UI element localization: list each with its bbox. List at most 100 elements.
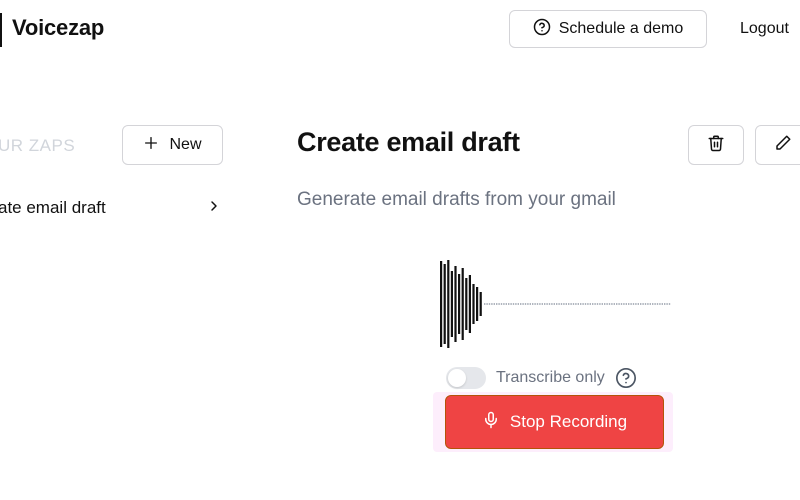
waveform-dot [484, 303, 486, 305]
waveform-dot [539, 303, 541, 305]
app-page: Voicezap Schedule a demo Logout UR ZAPS … [0, 0, 800, 500]
waveform-dot [556, 303, 558, 305]
trash-icon [707, 134, 725, 157]
waveform-dot [584, 303, 587, 305]
waveform-dot [604, 303, 606, 305]
waveform-dot [532, 303, 534, 305]
new-zap-button[interactable]: New [122, 125, 223, 165]
waveform-bar [476, 287, 479, 321]
waveform-dot [656, 303, 659, 305]
waveform-bar [458, 274, 461, 334]
waveform-dot [546, 303, 548, 305]
waveform-dot [577, 303, 579, 305]
waveform-dot [524, 303, 527, 305]
waveform-dot [563, 303, 565, 305]
new-zap-label: New [169, 136, 202, 153]
page-subtitle: Generate email drafts from your gmail [297, 189, 616, 210]
waveform-bar [450, 271, 453, 337]
waveform-dot [611, 303, 613, 305]
audio-waveform [440, 260, 671, 348]
waveform-dot [644, 303, 647, 305]
pencil-icon [774, 134, 792, 157]
plus-icon [143, 135, 159, 156]
waveform-dot [529, 303, 531, 305]
waveform-dot [596, 303, 599, 305]
waveform-dot [647, 303, 649, 305]
your-zaps-heading: UR ZAPS [0, 136, 76, 155]
waveform-bar [472, 284, 475, 324]
waveform-dot [652, 303, 654, 305]
waveform-dot [592, 303, 594, 305]
waveform-dot [515, 303, 517, 305]
waveform-dot [505, 303, 507, 305]
question-circle-icon [533, 18, 551, 41]
waveform-dot [599, 303, 601, 305]
waveform-dot [649, 303, 651, 305]
waveform-dot [608, 303, 611, 305]
waveform-dot [551, 303, 553, 305]
logout-link[interactable]: Logout [740, 20, 789, 38]
waveform-dot [640, 303, 642, 305]
waveform-dot [534, 303, 536, 305]
app-logo: Voicezap [12, 15, 105, 40]
waveform-dot [589, 303, 591, 305]
waveform-dot [632, 303, 635, 305]
waveform-dot [541, 303, 543, 305]
stop-recording-label: Stop Recording [509, 412, 628, 431]
waveform-dot [635, 303, 637, 305]
waveform-dot [661, 303, 663, 305]
page-title: Create email draft [297, 127, 520, 157]
transcribe-only-toggle[interactable] [446, 367, 486, 389]
edit-zap-button[interactable] [755, 125, 800, 165]
waveform-dot [587, 303, 589, 305]
waveform-bar [465, 278, 468, 330]
waveform-dot [601, 303, 603, 305]
waveform-dot [558, 303, 560, 305]
waveform-dot [500, 303, 503, 305]
waveform-dot [572, 303, 575, 305]
waveform-dot [548, 303, 551, 305]
toggle-knob [448, 369, 466, 387]
waveform-dot [623, 303, 625, 305]
waveform-dot [570, 303, 572, 305]
waveform-dot [618, 303, 620, 305]
waveform-dot [493, 303, 495, 305]
sidebar-item-label: ate email draft [0, 198, 106, 217]
waveform-bar [447, 260, 450, 348]
logo-mark [0, 13, 2, 47]
schedule-demo-button[interactable]: Schedule a demo [509, 10, 707, 48]
waveform-dot [565, 303, 567, 305]
waveform-dot [491, 303, 493, 305]
sidebar-item-create-email-draft[interactable]: ate email draft [0, 196, 222, 220]
waveform-dot [498, 303, 500, 305]
waveform-dot [508, 303, 510, 305]
waveform-dot [613, 303, 615, 305]
waveform-dot [503, 303, 505, 305]
waveform-dot [659, 303, 661, 305]
waveform-dot [553, 303, 555, 305]
transcribe-only-label: Transcribe only [496, 369, 605, 386]
waveform-dot [606, 303, 608, 305]
waveform-dot [664, 303, 666, 305]
waveform-bar [461, 268, 464, 340]
waveform-dot [522, 303, 524, 305]
waveform-dot [637, 303, 639, 305]
waveform-dot [536, 303, 539, 305]
waveform-dot [628, 303, 630, 305]
waveform-bar [443, 264, 446, 344]
waveform-dot [527, 303, 529, 305]
waveform-dot [486, 303, 488, 305]
help-question-icon[interactable] [615, 367, 637, 389]
microphone-icon [482, 411, 500, 434]
waveform-dot [580, 303, 582, 305]
waveform-dot [582, 303, 584, 305]
waveform-dot [496, 303, 498, 305]
waveform-dot [510, 303, 512, 305]
waveform-dot [654, 303, 656, 305]
delete-zap-button[interactable] [688, 125, 744, 165]
waveform-dot [620, 303, 623, 305]
waveform-dot [616, 303, 618, 305]
waveform-bar [468, 275, 471, 333]
stop-recording-button[interactable]: Stop Recording [445, 395, 664, 449]
waveform-dot [512, 303, 515, 305]
